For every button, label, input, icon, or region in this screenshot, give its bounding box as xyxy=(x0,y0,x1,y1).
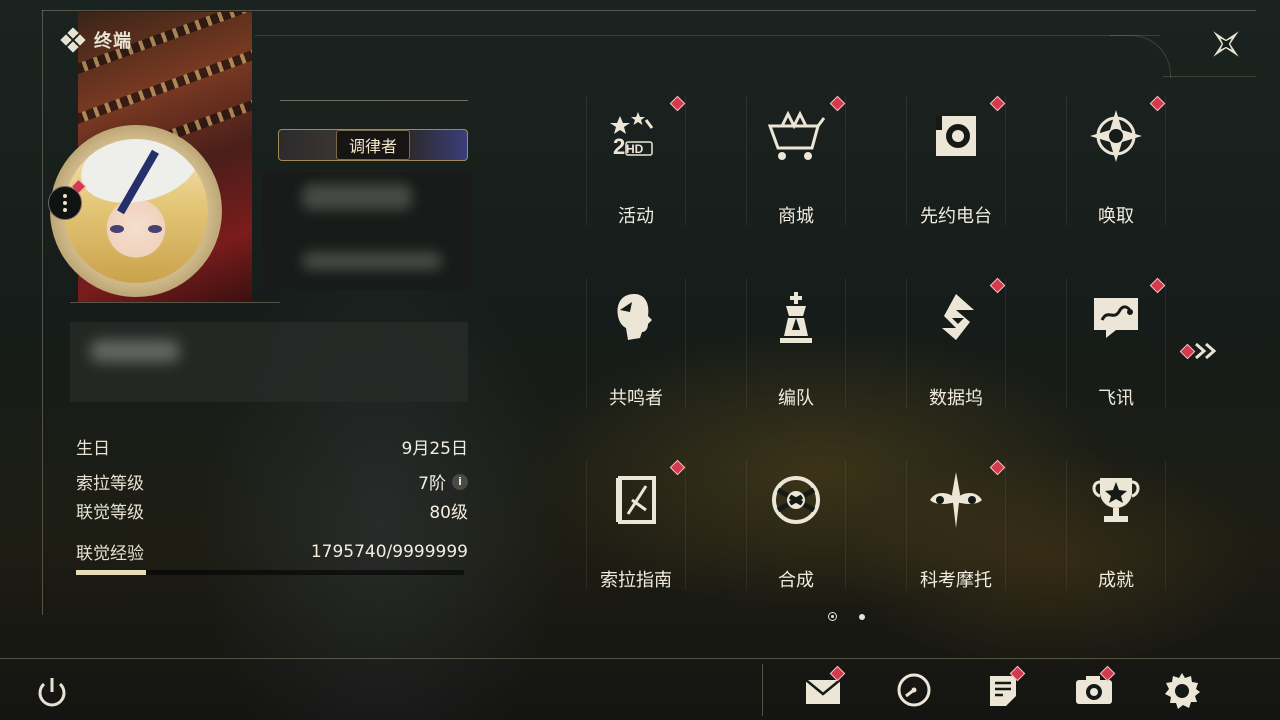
next-page-button[interactable] xyxy=(1179,336,1224,366)
menu-item-achievements[interactable]: 成就 xyxy=(1066,454,1166,596)
menu-item-data-bank[interactable]: 数据坞 xyxy=(906,272,1006,414)
motorcycle-icon xyxy=(930,472,982,528)
data-bank-icon xyxy=(942,294,974,340)
notification-badge xyxy=(1149,277,1166,294)
svg-text:HD: HD xyxy=(626,142,644,156)
page-dot-1[interactable] xyxy=(828,612,837,621)
rank-label: 调律者 xyxy=(335,130,410,160)
svg-text:2: 2 xyxy=(613,134,625,159)
power-icon xyxy=(38,678,66,707)
menu-item-radio[interactable]: 先约电台 xyxy=(906,90,1006,232)
chat-icon xyxy=(1094,298,1138,338)
menu-item-motorcycle[interactable]: 科考摩托 xyxy=(906,454,1006,596)
stat-row-union-exp: 联觉经验 1795740/9999999 xyxy=(76,541,468,565)
page-title-text: 终端 xyxy=(94,31,132,52)
notification-badge xyxy=(669,95,686,112)
menu-item-resonators[interactable]: 共鸣者 xyxy=(586,272,686,414)
info-icon[interactable]: i xyxy=(452,473,468,490)
notification-badge xyxy=(989,277,1006,294)
settings-gear-icon xyxy=(1165,673,1200,709)
event-2hd-icon: 2 HD xyxy=(610,112,654,159)
divider xyxy=(70,302,280,303)
rank-tag[interactable]: 调律者 xyxy=(278,129,468,161)
clock-button[interactable] xyxy=(894,670,934,710)
close-button[interactable] xyxy=(1204,22,1248,66)
settings-button[interactable] xyxy=(1162,670,1202,710)
menu-item-sola-guide[interactable]: 索拉指南 xyxy=(586,454,686,596)
frame-border xyxy=(255,35,1160,36)
notes-button[interactable] xyxy=(984,665,1026,710)
menu-grid: 2 HD 活动 商城 先约电台 唤取 共鸣者 编队 数据坞 飞讯 索拉指南 合成… xyxy=(586,90,1168,604)
redacted-signature-area xyxy=(70,322,468,402)
redacted-name-area xyxy=(262,172,472,290)
notification-badge xyxy=(1149,95,1166,112)
trophy-icon xyxy=(1092,478,1140,522)
divider xyxy=(280,100,468,101)
team-chess-icon xyxy=(780,292,812,343)
profile-stats: 生日 9月25日 索拉等级 7阶 i 联觉等级 80级 联觉经验 1795740/… xyxy=(76,432,468,575)
menu-item-activity[interactable]: 2 HD 活动 xyxy=(586,90,686,232)
avatar[interactable] xyxy=(64,139,208,283)
page-indicator xyxy=(828,612,865,621)
menu-item-summon[interactable]: 唤取 xyxy=(1066,90,1166,232)
shop-basket-icon xyxy=(767,110,826,160)
page-dot-2[interactable] xyxy=(859,613,865,620)
exp-progress-fill xyxy=(76,570,146,575)
stat-row-birthday: 生日 9月25日 xyxy=(76,439,468,459)
bottom-divider xyxy=(0,658,1280,659)
synthesis-icon xyxy=(772,476,820,524)
menu-item-shop[interactable]: 商城 xyxy=(746,90,846,232)
camera-button[interactable] xyxy=(1074,665,1116,710)
clock-icon xyxy=(897,673,931,707)
page-title: 终端 xyxy=(60,27,132,53)
bottom-separator xyxy=(762,664,763,716)
radio-icon xyxy=(936,116,976,156)
resonator-head-icon xyxy=(617,294,652,340)
notification-badge xyxy=(669,459,686,476)
notification-badge xyxy=(989,95,1006,112)
mail-button[interactable] xyxy=(804,665,846,710)
menu-item-synthesis[interactable]: 合成 xyxy=(746,454,846,596)
power-button[interactable] xyxy=(32,672,72,712)
notification-badge xyxy=(829,95,846,112)
stat-row-sola-level: 索拉等级 7阶 i xyxy=(76,467,468,496)
summon-star-icon xyxy=(1090,110,1142,162)
menu-item-team[interactable]: 编队 xyxy=(746,272,846,414)
exp-progress-bar xyxy=(76,570,464,575)
notification-badge xyxy=(989,459,1006,476)
terminal-diamond-icon xyxy=(60,27,86,53)
frame-border xyxy=(1163,76,1256,77)
frame-border xyxy=(42,10,43,615)
stat-row-union-level: 联觉等级 80级 xyxy=(76,503,468,523)
guide-icon xyxy=(616,476,656,524)
avatar-options-button[interactable] xyxy=(48,186,82,220)
menu-item-messenger[interactable]: 飞讯 xyxy=(1066,272,1166,414)
frame-border xyxy=(42,10,1256,11)
close-icon xyxy=(1213,31,1239,57)
